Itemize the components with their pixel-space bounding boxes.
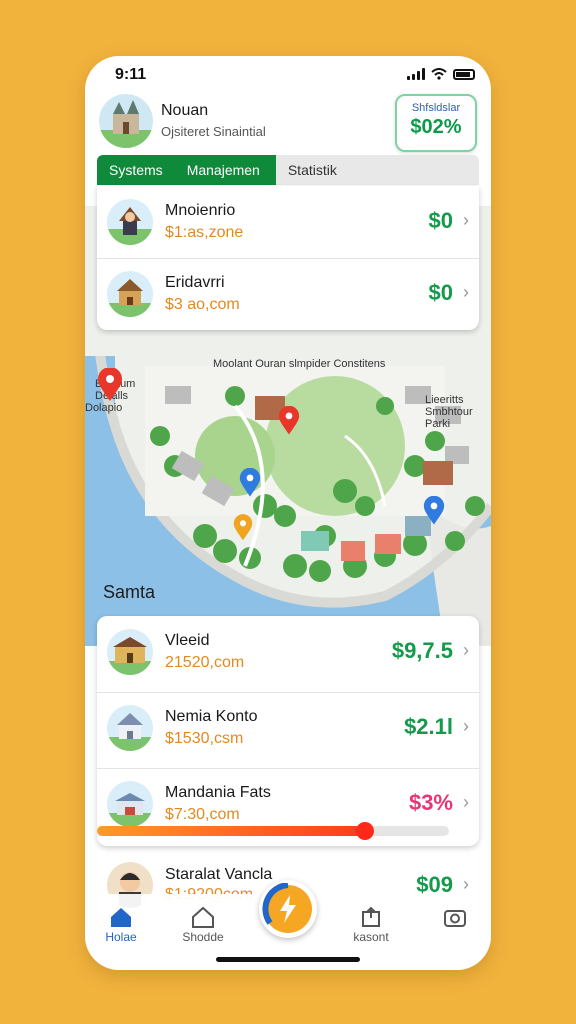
header-title: Nouan — [161, 102, 209, 119]
map-label-right: Lieeritts Smbhtour Parki — [425, 394, 491, 430]
nav-home-label: Holae — [105, 930, 137, 944]
map-pin-icon[interactable] — [233, 514, 253, 542]
chevron-right-icon[interactable]: › — [463, 640, 469, 661]
tab-systems[interactable]: Systems — [97, 155, 175, 185]
map-pin-icon[interactable] — [239, 468, 261, 498]
chevron-right-icon[interactable]: › — [463, 874, 469, 895]
temple-icon — [107, 271, 153, 317]
nav-home[interactable]: Holae — [91, 904, 151, 944]
chevron-right-icon[interactable]: › — [463, 792, 469, 813]
chevron-right-icon[interactable]: › — [463, 716, 469, 737]
nav-shodde[interactable]: Shodde — [173, 904, 233, 944]
progress-fill — [97, 826, 365, 836]
character-icon — [107, 199, 153, 245]
battery-icon — [453, 68, 475, 80]
map-label-center: Moolant Ouran slmpider Constitens — [213, 358, 386, 370]
tab-statistik[interactable]: Statistik — [275, 155, 479, 185]
list-item-name: Mandania Fats — [165, 784, 271, 801]
home-indicator — [216, 957, 360, 962]
home-icon — [91, 904, 151, 930]
chevron-right-icon[interactable]: › — [463, 210, 469, 231]
list-item[interactable]: Mnoienrio $1:as,zone $0 › — [97, 186, 479, 258]
list-item-name: Nemia Konto — [165, 708, 258, 725]
map-label-city: Samta — [103, 582, 156, 602]
progress-slider[interactable] — [97, 822, 449, 840]
nav-camera[interactable] — [425, 904, 485, 930]
map-label-right-text: Lieeritts Smbhtour Parki — [425, 394, 473, 430]
list-item-price: $3% — [408, 790, 453, 815]
bottom-nav: Holae Shodde kasont — [85, 880, 491, 970]
list-item[interactable]: Eridavrri $3 ao,com $0 › — [97, 258, 479, 330]
wifi-icon — [431, 68, 447, 80]
status-time: 9:11 — [115, 66, 147, 83]
list-item-sub: $3 ao,com — [165, 296, 240, 313]
list-item-name: Vleeid — [165, 632, 210, 649]
signal-icon — [407, 68, 425, 80]
export-icon — [341, 904, 401, 930]
tab-bar: Systems Manajemen Statistik — [97, 155, 479, 185]
shop-icon — [107, 781, 153, 827]
house-icon — [107, 705, 153, 751]
map-pin-icon[interactable] — [423, 496, 445, 526]
app-header: Nouan Ojsiteret Sinaintial Shfsldslar $0… — [85, 94, 491, 154]
list-item-sub: $1:as,zone — [165, 224, 244, 241]
map-pin-icon[interactable] — [278, 406, 300, 436]
list-item-sub: $1530,csm — [165, 730, 244, 747]
status-bar: 9:11 — [85, 56, 491, 96]
list-item[interactable]: Nemia Konto $1530,csm $2.1l › — [97, 692, 479, 768]
stat-card[interactable]: Shfsldslar $02% — [395, 94, 477, 152]
status-icons — [407, 68, 475, 80]
header-subtitle: Ojsiteret Sinaintial — [161, 124, 266, 139]
house-outline-icon — [173, 904, 233, 930]
chevron-right-icon[interactable]: › — [463, 282, 469, 303]
top-list: Mnoienrio $1:as,zone $0 › Eridavrri $3 a… — [97, 186, 479, 330]
nav-kasont-label: kasont — [353, 930, 389, 944]
list-item-sub: 21520,com — [165, 654, 245, 671]
bottom-list: Vleeid 21520,com $9,7.5 › Nemia Konto $1… — [97, 616, 479, 846]
map-label-left2: Dolapio — [85, 402, 123, 414]
map-pin-icon[interactable] — [97, 368, 123, 402]
nav-shodde-label: Shodde — [182, 930, 224, 944]
nav-kasont[interactable]: kasont — [341, 904, 401, 944]
list-item-name: Eridavrri — [165, 274, 225, 291]
lightning-icon — [262, 883, 312, 933]
list-item-name: Mnoienrio — [165, 202, 236, 219]
castle-icon — [99, 100, 153, 148]
list-item-price: $9,7.5 — [391, 638, 453, 663]
list-item-price: $2.1l — [404, 714, 453, 739]
list-item[interactable]: Vleeid 21520,com $9,7.5 › — [97, 616, 479, 692]
progress-knob[interactable] — [355, 822, 374, 840]
list-item-price: $0 — [428, 280, 453, 305]
stat-card-value: $02% — [410, 116, 462, 138]
phone-frame: 9:11 Nouan Ojsiteret Sinaintial Shfsldsl… — [85, 56, 491, 970]
camera-icon — [425, 904, 485, 930]
stat-card-label: Shfsldslar — [411, 102, 461, 114]
tab-manajemen[interactable]: Manajemen — [174, 155, 276, 185]
list-item-price: $0 — [428, 208, 453, 233]
avatar[interactable] — [99, 94, 153, 148]
list-item-name: Staralat Vancla — [165, 866, 273, 883]
building-icon — [107, 629, 153, 675]
action-button[interactable] — [259, 880, 317, 938]
list-item-sub: $7:30,com — [165, 806, 240, 823]
